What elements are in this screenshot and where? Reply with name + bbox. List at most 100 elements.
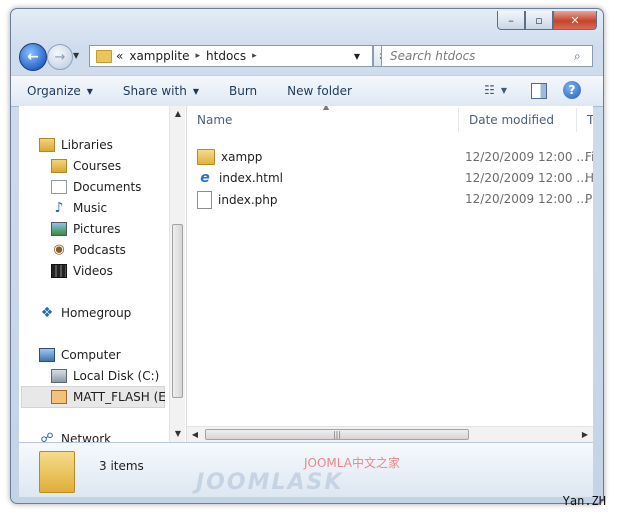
music-icon: ♪ — [54, 200, 64, 216]
search-icon[interactable]: ⌕ — [574, 49, 588, 64]
file-type: HTI — [585, 171, 593, 185]
recent-pages-dropdown[interactable]: ▼ — [73, 51, 79, 60]
breadcrumb-xampplite[interactable]: xampplite — [129, 49, 189, 63]
close-button[interactable]: ✕ — [553, 11, 597, 30]
scroll-right-arrow[interactable]: ▶ — [577, 427, 593, 442]
file-list-horizontal-scrollbar[interactable]: ◀ ||| ▶ — [187, 426, 593, 442]
libraries-icon — [39, 138, 55, 152]
chevron-down-icon: ▼ — [500, 85, 507, 95]
sidebar-item-videos[interactable]: Videos — [51, 264, 113, 278]
file-type: File — [585, 150, 593, 164]
network-icon: ☍ — [40, 431, 54, 443]
homegroup-icon: ❖ — [40, 305, 54, 321]
sidebar-item-libraries[interactable]: Libraries — [39, 138, 113, 152]
sidebar-item-network[interactable]: ☍ Network — [39, 431, 112, 443]
address-dropdown-arrow[interactable]: ▼ — [354, 52, 360, 61]
sort-ascending-icon: ▲ — [323, 106, 330, 111]
navigation-pane-scrollbar[interactable]: ▲ ▼ — [169, 106, 185, 442]
documents-icon — [51, 180, 67, 194]
command-bar: Organize ▼ Share with ▼ Burn New folder ☷ ▼… — [11, 75, 603, 107]
sidebar-item-documents[interactable]: Documents — [51, 180, 141, 194]
maximize-button[interactable]: ▫ — [525, 11, 553, 30]
file-date: 12/20/2009 12:00 ... — [465, 150, 588, 164]
chevron-down-icon: ▼ — [192, 86, 199, 96]
column-label: Typ — [587, 113, 593, 127]
column-label: Name — [197, 113, 233, 127]
breadcrumb-separator[interactable]: ▸ — [252, 51, 257, 61]
breadcrumb-separator[interactable]: ▸ — [195, 51, 200, 61]
sidebar-item-computer[interactable]: Computer — [39, 348, 121, 362]
sidebar-item-label: Homegroup — [61, 306, 132, 320]
scroll-left-arrow[interactable]: ◀ — [187, 427, 203, 442]
sidebar-item-label: MATT_FLASH (E: — [73, 390, 165, 404]
file-name: index.html — [219, 171, 283, 185]
navigation-bar: ← → ▼ « xampplite ▸ htdocs ▸ ▼ ⇄ ⌕ — [11, 39, 603, 73]
sidebar-item-label: Libraries — [61, 138, 113, 152]
scrollbar-thumb[interactable] — [172, 224, 183, 398]
file-row-index-php[interactable]: index.php 12/20/2009 12:00 ... PHI — [187, 188, 593, 209]
file-date: 12/20/2009 12:00 ... — [465, 192, 588, 206]
folder-icon — [197, 149, 215, 165]
sidebar-item-label: Local Disk (C:) — [73, 369, 160, 383]
column-header-type[interactable]: Typ — [577, 108, 593, 132]
scrollbar-thumb[interactable]: ||| — [205, 429, 469, 440]
sidebar-item-local-disk[interactable]: Local Disk (C:) — [51, 369, 159, 383]
sidebar-item-courses[interactable]: Courses — [51, 159, 121, 173]
videos-icon — [51, 264, 67, 278]
address-bar[interactable]: « xampplite ▸ htdocs ▸ ▼ — [89, 45, 373, 67]
share-label: Share with — [122, 84, 187, 98]
organize-label: Organize — [27, 84, 81, 98]
change-view-button[interactable]: ☷ ▼ — [484, 83, 507, 97]
preview-pane-icon[interactable] — [531, 83, 547, 99]
sidebar-item-music[interactable]: ♪ Music — [51, 200, 108, 216]
file-row-xampp[interactable]: xampp 12/20/2009 12:00 ... File — [187, 146, 593, 167]
sidebar-item-label: Music — [73, 201, 108, 215]
breadcrumb-htdocs[interactable]: htdocs — [206, 49, 246, 63]
sidebar-item-podcasts[interactable]: ◉ Podcasts — [51, 242, 126, 258]
search-box[interactable]: ⌕ — [381, 45, 593, 67]
item-count: 3 items — [99, 459, 144, 473]
sidebar-item-label: Documents — [73, 180, 142, 194]
watermark-logo: JOOMLASK — [196, 470, 344, 495]
navigation-pane: Libraries Courses Documents ♪ Music Pictu… — [19, 106, 165, 442]
podcast-icon: ◉ — [53, 242, 65, 257]
new-folder-button[interactable]: New folder — [287, 84, 352, 98]
forward-button[interactable]: → — [47, 44, 73, 70]
file-row-index-html[interactable]: e index.html 12/20/2009 12:00 ... HTI — [187, 167, 593, 188]
file-list: Name ▲ Date modified Typ xampp 12/20/2009… — [187, 106, 593, 442]
column-header-name[interactable]: Name ▲ — [187, 106, 459, 132]
organize-button[interactable]: Organize ▼ — [27, 84, 93, 98]
new-folder-label: New folder — [287, 84, 352, 98]
back-button[interactable]: ← — [19, 43, 47, 71]
sidebar-item-label: Videos — [73, 264, 113, 278]
sidebar-item-label: Podcasts — [73, 243, 126, 257]
window-controls: – ▫ ✕ — [497, 11, 597, 30]
sidebar-item-matt-flash[interactable]: MATT_FLASH (E: — [51, 390, 165, 404]
watermark-text: JOOMLA中文之家 — [304, 456, 400, 470]
breadcrumb-overflow[interactable]: « — [116, 49, 123, 63]
scroll-up-arrow[interactable]: ▲ — [170, 106, 186, 122]
sidebar-item-homegroup[interactable]: ❖ Homegroup — [39, 305, 132, 321]
sidebar-item-pictures[interactable]: Pictures — [51, 222, 121, 236]
column-header-date[interactable]: Date modified — [459, 108, 577, 132]
arrow-right-icon: → — [54, 49, 66, 65]
share-with-button[interactable]: Share with ▼ — [123, 84, 199, 98]
author-signature: Yan.ZH — [562, 494, 606, 508]
folder-icon — [96, 49, 112, 63]
library-folder-icon — [51, 159, 67, 173]
sidebar-item-label: Network — [61, 432, 112, 442]
burn-label: Burn — [228, 84, 258, 98]
help-icon[interactable]: ? — [563, 81, 581, 99]
file-type: PHI — [585, 192, 593, 206]
explorer-window: – ▫ ✕ ← → ▼ « xampplite ▸ htdocs ▸ ▼ ⇄ ⌕… — [10, 8, 604, 504]
burn-button[interactable]: Burn — [229, 84, 257, 98]
scroll-down-arrow[interactable]: ▼ — [170, 426, 186, 442]
folder-icon — [39, 451, 75, 493]
sidebar-item-label: Pictures — [73, 222, 121, 236]
usb-drive-icon — [51, 390, 67, 404]
ie-html-icon: e — [200, 170, 210, 186]
minimize-button[interactable]: – — [497, 11, 525, 30]
file-date: 12/20/2009 12:00 ... — [465, 171, 588, 185]
file-icon — [197, 191, 212, 209]
search-input[interactable] — [388, 48, 574, 64]
